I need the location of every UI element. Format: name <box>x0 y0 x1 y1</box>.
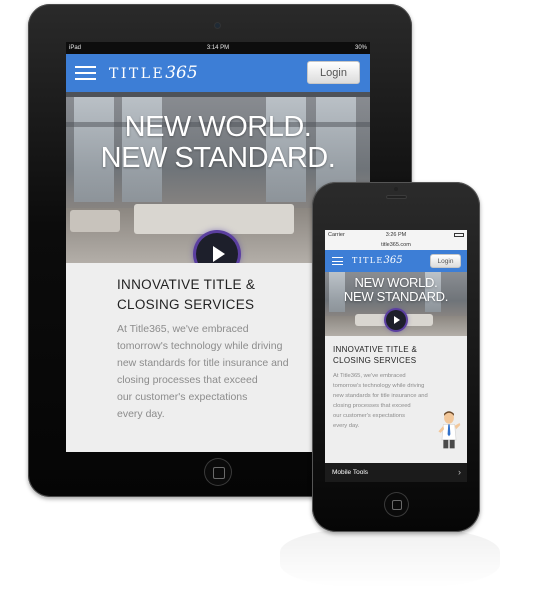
status-time: 3:14 PM <box>206 45 230 51</box>
body-line: closing processes that exceed <box>117 374 258 386</box>
logo-number: 365 <box>165 63 198 83</box>
body-line: every day. <box>117 408 165 420</box>
hamburger-menu-icon[interactable] <box>75 66 96 80</box>
login-button[interactable]: Login <box>307 61 360 84</box>
site-logo[interactable]: TITLE365 <box>109 63 198 84</box>
body-line: At Title365, we've embraced <box>117 323 249 335</box>
body-line: tomorrow's technology while driving <box>333 383 425 389</box>
iphone-device: Carrier 3:26 PM title365.com TITLE365 Lo… <box>312 182 480 532</box>
body-line: At Title365, we've embraced <box>333 373 406 379</box>
section-title: INNOVATIVE TITLE & CLOSING SERVICES <box>333 344 417 366</box>
iphone-content-section: INNOVATIVE TITLE & CLOSING SERVICES At T… <box>325 336 467 463</box>
logo-number: 365 <box>383 255 403 266</box>
body-line: closing processes that exceed <box>333 403 411 409</box>
body-line: our customer's expectations <box>117 391 248 403</box>
ipad-status-bar: iPad 3:14 PM 30% <box>66 42 370 54</box>
iphone-screen: Carrier 3:26 PM title365.com TITLE365 Lo… <box>325 230 467 482</box>
body-line: our customer's expectations <box>333 413 405 419</box>
status-time: 3:26 PM <box>385 232 407 238</box>
section-body: At Title365, we've embraced tomorrow's t… <box>117 321 289 423</box>
section-title-line: INNOVATIVE TITLE & <box>117 277 256 292</box>
ipad-nav-bar: TITLE365 Login <box>66 54 370 92</box>
iphone-camera <box>394 187 398 191</box>
section-title-line: INNOVATIVE TITLE & <box>333 345 418 354</box>
hero-headline-2: NEW STANDARD. <box>343 289 449 304</box>
logo-text: TITLE <box>109 66 166 82</box>
section-title-line: CLOSING SERVICES <box>117 297 255 312</box>
section-title-line: CLOSING SERVICES <box>333 356 417 365</box>
body-line: new standards for title insurance and <box>333 393 428 399</box>
hero-chair <box>70 210 120 232</box>
iphone-home-button[interactable] <box>384 492 409 517</box>
status-battery: 30% <box>354 45 367 51</box>
body-line: new standards for title insurance and <box>117 357 289 369</box>
ipad-camera <box>214 22 221 29</box>
mobile-tools-bar[interactable]: Mobile Tools › <box>325 463 467 482</box>
hamburger-menu-icon[interactable] <box>332 257 343 266</box>
chevron-right-icon: › <box>458 467 461 477</box>
hero-sofa <box>134 204 294 234</box>
hero-banner: NEW WORLD. NEW STANDARD. <box>325 272 467 336</box>
section-title: INNOVATIVE TITLE & CLOSING SERVICES <box>117 275 255 315</box>
mascot-businessman-illustration <box>438 411 461 449</box>
battery-icon <box>454 233 464 237</box>
hero-headline-2: NEW STANDARD. <box>100 142 336 174</box>
body-line: every day. <box>333 423 360 429</box>
login-button[interactable]: Login <box>430 254 461 268</box>
iphone-nav-bar: TITLE365 Login <box>325 250 467 272</box>
hero-headline-1: NEW WORLD. <box>354 275 438 290</box>
play-button-icon[interactable] <box>386 310 406 330</box>
mobile-tools-label: Mobile Tools <box>332 469 369 476</box>
site-logo[interactable]: TITLE365 <box>352 254 403 267</box>
body-line: tomorrow's technology while driving <box>117 340 283 352</box>
section-body: At Title365, we've embraced tomorrow's t… <box>333 371 428 431</box>
iphone-speaker <box>386 195 407 199</box>
iphone-status-bar: Carrier 3:26 PM <box>325 230 467 241</box>
hero-beam <box>66 92 370 97</box>
ipad-home-button[interactable] <box>204 458 232 486</box>
hero-headline-1: NEW WORLD. <box>124 111 312 143</box>
logo-text: TITLE <box>352 256 384 265</box>
device-reflection <box>280 528 500 588</box>
